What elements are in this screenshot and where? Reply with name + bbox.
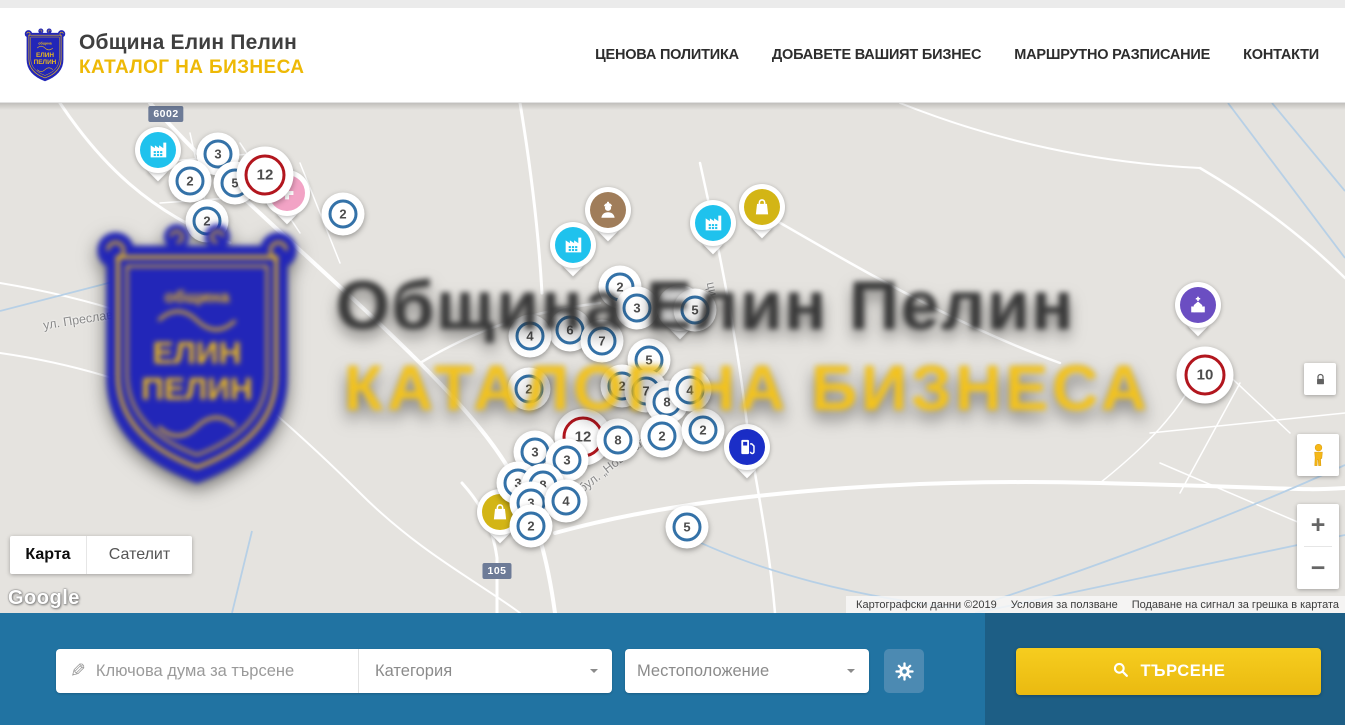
- pencil-icon: ✎: [70, 660, 86, 683]
- site-subtitle: КАТАЛОГ НА БИЗНЕСА: [79, 57, 304, 79]
- advanced-search-button[interactable]: [884, 649, 924, 693]
- map-cluster[interactable]: 4: [545, 480, 588, 523]
- zoom-in-button[interactable]: +: [1297, 504, 1339, 546]
- site-title: Община Елин Пелин: [79, 31, 304, 55]
- map-cluster[interactable]: 12: [237, 147, 294, 204]
- svg-text:ПЕЛИН: ПЕЛИН: [34, 59, 57, 66]
- map-cluster[interactable]: 2: [510, 505, 553, 548]
- svg-text:ЕЛИН: ЕЛИН: [36, 52, 54, 59]
- map-cluster[interactable]: 7: [581, 320, 624, 363]
- map-cluster[interactable]: 4: [669, 369, 712, 412]
- map-pin-bag[interactable]: [739, 184, 785, 230]
- map-markers: 3251222235647522784128223338342510: [0, 103, 1345, 613]
- map-type-map-button[interactable]: Карта: [10, 536, 86, 574]
- map-cluster[interactable]: 10: [1177, 347, 1234, 404]
- search-button[interactable]: ТЪРСЕНЕ: [1016, 648, 1321, 695]
- nav-item-dobavete-biznes[interactable]: ДОБАВЕТЕ ВАШИЯТ БИЗНЕС: [772, 47, 981, 63]
- nav-item-cenova-politika[interactable]: ЦЕНОВА ПОЛИТИКА: [595, 47, 739, 63]
- keyword-section: ✎: [56, 649, 358, 693]
- map-cluster[interactable]: 2: [641, 415, 684, 458]
- map-cluster[interactable]: 5: [666, 506, 709, 549]
- nav-item-kontakti[interactable]: КОНТАКТИ: [1243, 47, 1319, 63]
- chevron-down-icon: [847, 669, 855, 677]
- category-value: Категория: [375, 662, 452, 681]
- google-logo[interactable]: Google: [8, 587, 80, 610]
- map-cluster[interactable]: 2: [186, 200, 229, 243]
- map-cluster[interactable]: 8: [597, 419, 640, 462]
- header: община ЕЛИН ПЕЛИН Община Елин Пелин КАТА…: [0, 8, 1345, 103]
- location-value: Местоположение: [637, 662, 769, 681]
- map-cluster[interactable]: 2: [169, 160, 212, 203]
- pegman-button[interactable]: [1297, 434, 1339, 476]
- map-attribution: Картографски данни ©2019 Условия за полз…: [846, 596, 1345, 613]
- map-pin-factory[interactable]: [690, 200, 736, 246]
- map-pin-factory[interactable]: [550, 222, 596, 268]
- gear-icon: [894, 661, 915, 682]
- location-select[interactable]: Местоположение: [625, 649, 869, 693]
- main-nav: ЦЕНОВА ПОЛИТИКА ДОБАВЕТЕ ВАШИЯТ БИЗНЕС МАР…: [595, 47, 1319, 63]
- search-button-label: ТЪРСЕНЕ: [1140, 662, 1225, 681]
- search-bar: ✎ Категория Местоположение ТЪРСЕНЕ: [0, 613, 1345, 725]
- lock-button[interactable]: [1304, 363, 1336, 395]
- brand-logo[interactable]: община ЕЛИН ПЕЛИН Община Елин Пелин КАТА…: [22, 26, 304, 84]
- map-canvas[interactable]: 6002105ул. Преславбул. „Новоселци 325122…: [0, 103, 1345, 613]
- svg-text:община: община: [38, 41, 51, 45]
- attribution-copyright: Картографски данни ©2019: [856, 599, 997, 611]
- municipality-crest-icon: община ЕЛИН ПЕЛИН: [22, 26, 68, 84]
- map-cluster[interactable]: 5: [674, 289, 717, 332]
- map-cluster[interactable]: 2: [508, 368, 551, 411]
- map-pin-fuel[interactable]: [724, 424, 770, 470]
- zoom-out-button[interactable]: −: [1297, 547, 1339, 589]
- map-cluster[interactable]: 3: [616, 287, 659, 330]
- lock-icon: [1313, 372, 1328, 387]
- keyword-category-field: ✎ Категория: [56, 649, 612, 693]
- attribution-link[interactable]: Подаване на сигнал за грешка в картата: [1132, 599, 1339, 611]
- nav-item-marshrutno-razpisanie[interactable]: МАРШРУТНО РАЗПИСАНИЕ: [1014, 47, 1210, 63]
- map-type-control: Карта Сателит: [10, 536, 192, 574]
- search-icon: [1111, 660, 1130, 684]
- zoom-control: + −: [1297, 504, 1339, 589]
- pegman-icon: [1305, 442, 1332, 469]
- map-cluster[interactable]: 2: [322, 193, 365, 236]
- map-pin-church[interactable]: [1175, 282, 1221, 328]
- map-cluster[interactable]: 4: [509, 315, 552, 358]
- chevron-down-icon: [590, 669, 598, 677]
- attribution-links: Условия за ползване Подаване на сигнал за…: [1011, 599, 1339, 611]
- keyword-input[interactable]: [96, 649, 358, 693]
- map-cluster[interactable]: 2: [682, 409, 725, 452]
- category-select[interactable]: Категория: [359, 649, 612, 693]
- map-type-satellite-button[interactable]: Сателит: [86, 536, 192, 574]
- location-field: Местоположение: [625, 649, 869, 693]
- attribution-link[interactable]: Условия за ползване: [1011, 599, 1118, 611]
